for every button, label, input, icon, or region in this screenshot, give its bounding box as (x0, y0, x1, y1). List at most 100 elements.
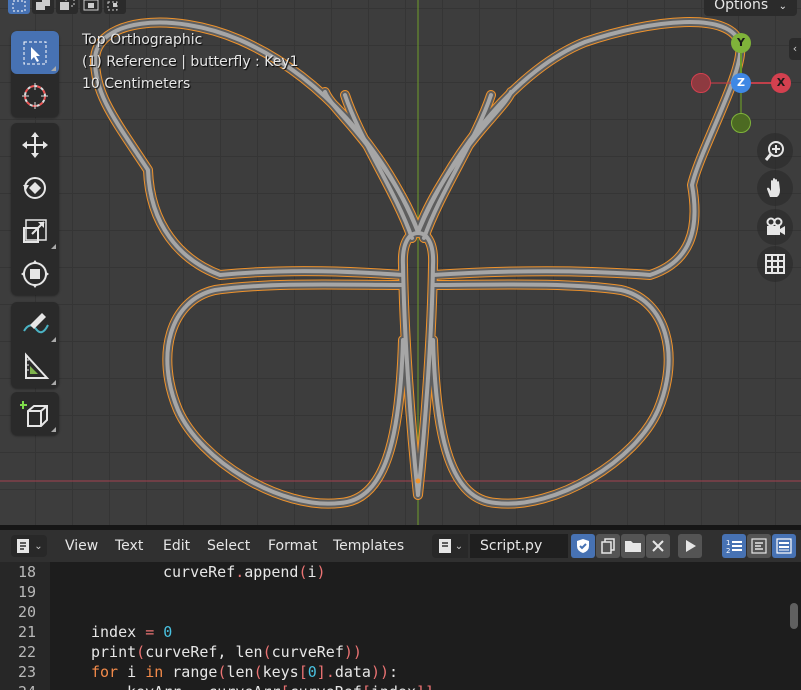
object-origin (415, 478, 421, 484)
gizmo-negative-y-axis[interactable] (731, 113, 751, 133)
shield-icon (577, 539, 589, 553)
gizmo-y-axis[interactable]: Y (731, 33, 751, 53)
code-line[interactable]: index = 0 (91, 623, 172, 641)
open-text-button[interactable] (621, 534, 645, 558)
code-token: keyArr (127, 683, 190, 690)
code-token: [ (362, 683, 371, 690)
unlink-text-button[interactable] (646, 534, 670, 558)
3d-viewport[interactable]: Options ⌄ ‹ Top Orthographic (1) Referen… (0, 0, 801, 525)
code-token: ] (316, 663, 326, 681)
code-token: index (371, 683, 416, 690)
fake-user-button[interactable] (571, 534, 595, 558)
measure-icon (25, 351, 50, 379)
butterfly-curve-segment (431, 282, 671, 506)
code-token: len (226, 663, 254, 681)
text-file-name-field[interactable]: Script.py (470, 534, 568, 558)
code-token: i (307, 563, 317, 581)
code-token: [ (298, 663, 308, 681)
zoom-icon (764, 141, 784, 161)
code-token: )) (370, 663, 390, 681)
menu-templates[interactable]: Templates (333, 530, 404, 562)
code-token: curveArr (199, 683, 280, 690)
editor-scrollbar[interactable] (790, 603, 798, 629)
line-number: 21 (18, 623, 37, 641)
text-editor-header: ⌄ View Text Edit Select Format Templates… (0, 530, 801, 562)
pan-button[interactable] (757, 170, 793, 206)
word-wrap-icon (751, 538, 767, 554)
code-token: range (163, 663, 218, 681)
scale-tool[interactable] (11, 209, 59, 252)
syntax-highlight-toggle[interactable] (772, 534, 796, 558)
annotate-tool[interactable] (11, 302, 59, 345)
new-text-button[interactable] (596, 534, 620, 558)
annotate-icon (23, 312, 49, 333)
navigation-gizmo[interactable] (0, 0, 801, 140)
run-script-button[interactable] (678, 534, 702, 558)
scale-icon (23, 218, 47, 243)
butterfly-curve-segment (162, 279, 408, 509)
toolbar-annotate-group (11, 302, 59, 388)
gizmo-x-axis[interactable]: X (771, 73, 791, 93)
add-cube-tool[interactable] (11, 392, 59, 435)
line-numbers-toggle[interactable]: 12 (722, 534, 746, 558)
rotate-icon (23, 176, 46, 199)
code-token: index (91, 623, 146, 641)
syntax-highlight-icon (776, 538, 792, 554)
editor-type-selector[interactable]: ⌄ (11, 535, 47, 557)
code-line[interactable]: curveRef.append(i) (163, 563, 326, 581)
transform-tool[interactable] (11, 252, 59, 295)
code-token: = (145, 623, 155, 641)
code-token: curveRef (290, 683, 362, 690)
close-icon (652, 540, 664, 552)
toolbar-transform-group (11, 123, 59, 295)
code-token: ( (136, 643, 146, 661)
toggle-perspective-button[interactable] (757, 246, 793, 282)
transform-icon (21, 259, 49, 288)
text-datablock-browser[interactable]: ⌄ (432, 534, 468, 558)
toolbar-add-group (11, 392, 59, 435)
gizmo-z-axis[interactable]: Z (731, 73, 751, 93)
code-token: 0 (163, 623, 173, 641)
text-editor-icon (17, 539, 30, 553)
butterfly-curve-segment (163, 280, 407, 508)
folder-icon (625, 541, 641, 552)
add-cube-icon (20, 400, 48, 427)
svg-text:1: 1 (726, 539, 730, 547)
butterfly-curve-segment (429, 280, 673, 508)
line-number: 24 (18, 683, 48, 690)
text-editor-body[interactable]: 18 curveRef.append(i) 19 20 21 index = 0 22 pri… (0, 562, 801, 690)
code-token: append (244, 563, 299, 581)
code-token: . (235, 563, 245, 581)
rotate-tool[interactable] (11, 166, 59, 209)
code-token: in (145, 663, 164, 681)
code-token: 0 (307, 663, 317, 681)
line-number: 23 (18, 663, 37, 681)
code-line[interactable]: for i in range(len(keys[0].data)): (91, 663, 398, 681)
butterfly-curve-segment (165, 282, 405, 506)
line-number: 20 (18, 603, 37, 621)
code-token: print (91, 643, 137, 661)
menu-view[interactable]: View (65, 530, 98, 562)
code-token: ( (298, 563, 308, 581)
gizmo-negative-x-axis[interactable] (691, 73, 711, 93)
menu-text[interactable]: Text (115, 530, 143, 562)
butterfly-curve-segment (428, 279, 674, 509)
menu-format[interactable]: Format (268, 530, 317, 562)
code-line[interactable]: print(curveRef, len(curveRef)) (91, 643, 362, 661)
chevron-down-icon: ⌄ (454, 540, 464, 552)
code-line[interactable]: keyArr = curveArr[curveRef[index]] (127, 683, 434, 690)
zoom-button[interactable] (757, 133, 793, 169)
measure-tool[interactable] (11, 345, 59, 388)
camera-view-button[interactable] (757, 209, 793, 245)
duplicate-icon (601, 538, 615, 554)
line-numbers-icon: 12 (726, 539, 742, 554)
menu-edit[interactable]: Edit (163, 530, 190, 562)
code-token: = (190, 683, 199, 690)
word-wrap-toggle[interactable] (747, 534, 771, 558)
code-token: curveRef, len (145, 643, 263, 661)
code-token: )) (343, 643, 362, 661)
menu-select[interactable]: Select (207, 530, 250, 562)
line-number: 19 (18, 583, 37, 601)
code-token: i (118, 663, 146, 681)
